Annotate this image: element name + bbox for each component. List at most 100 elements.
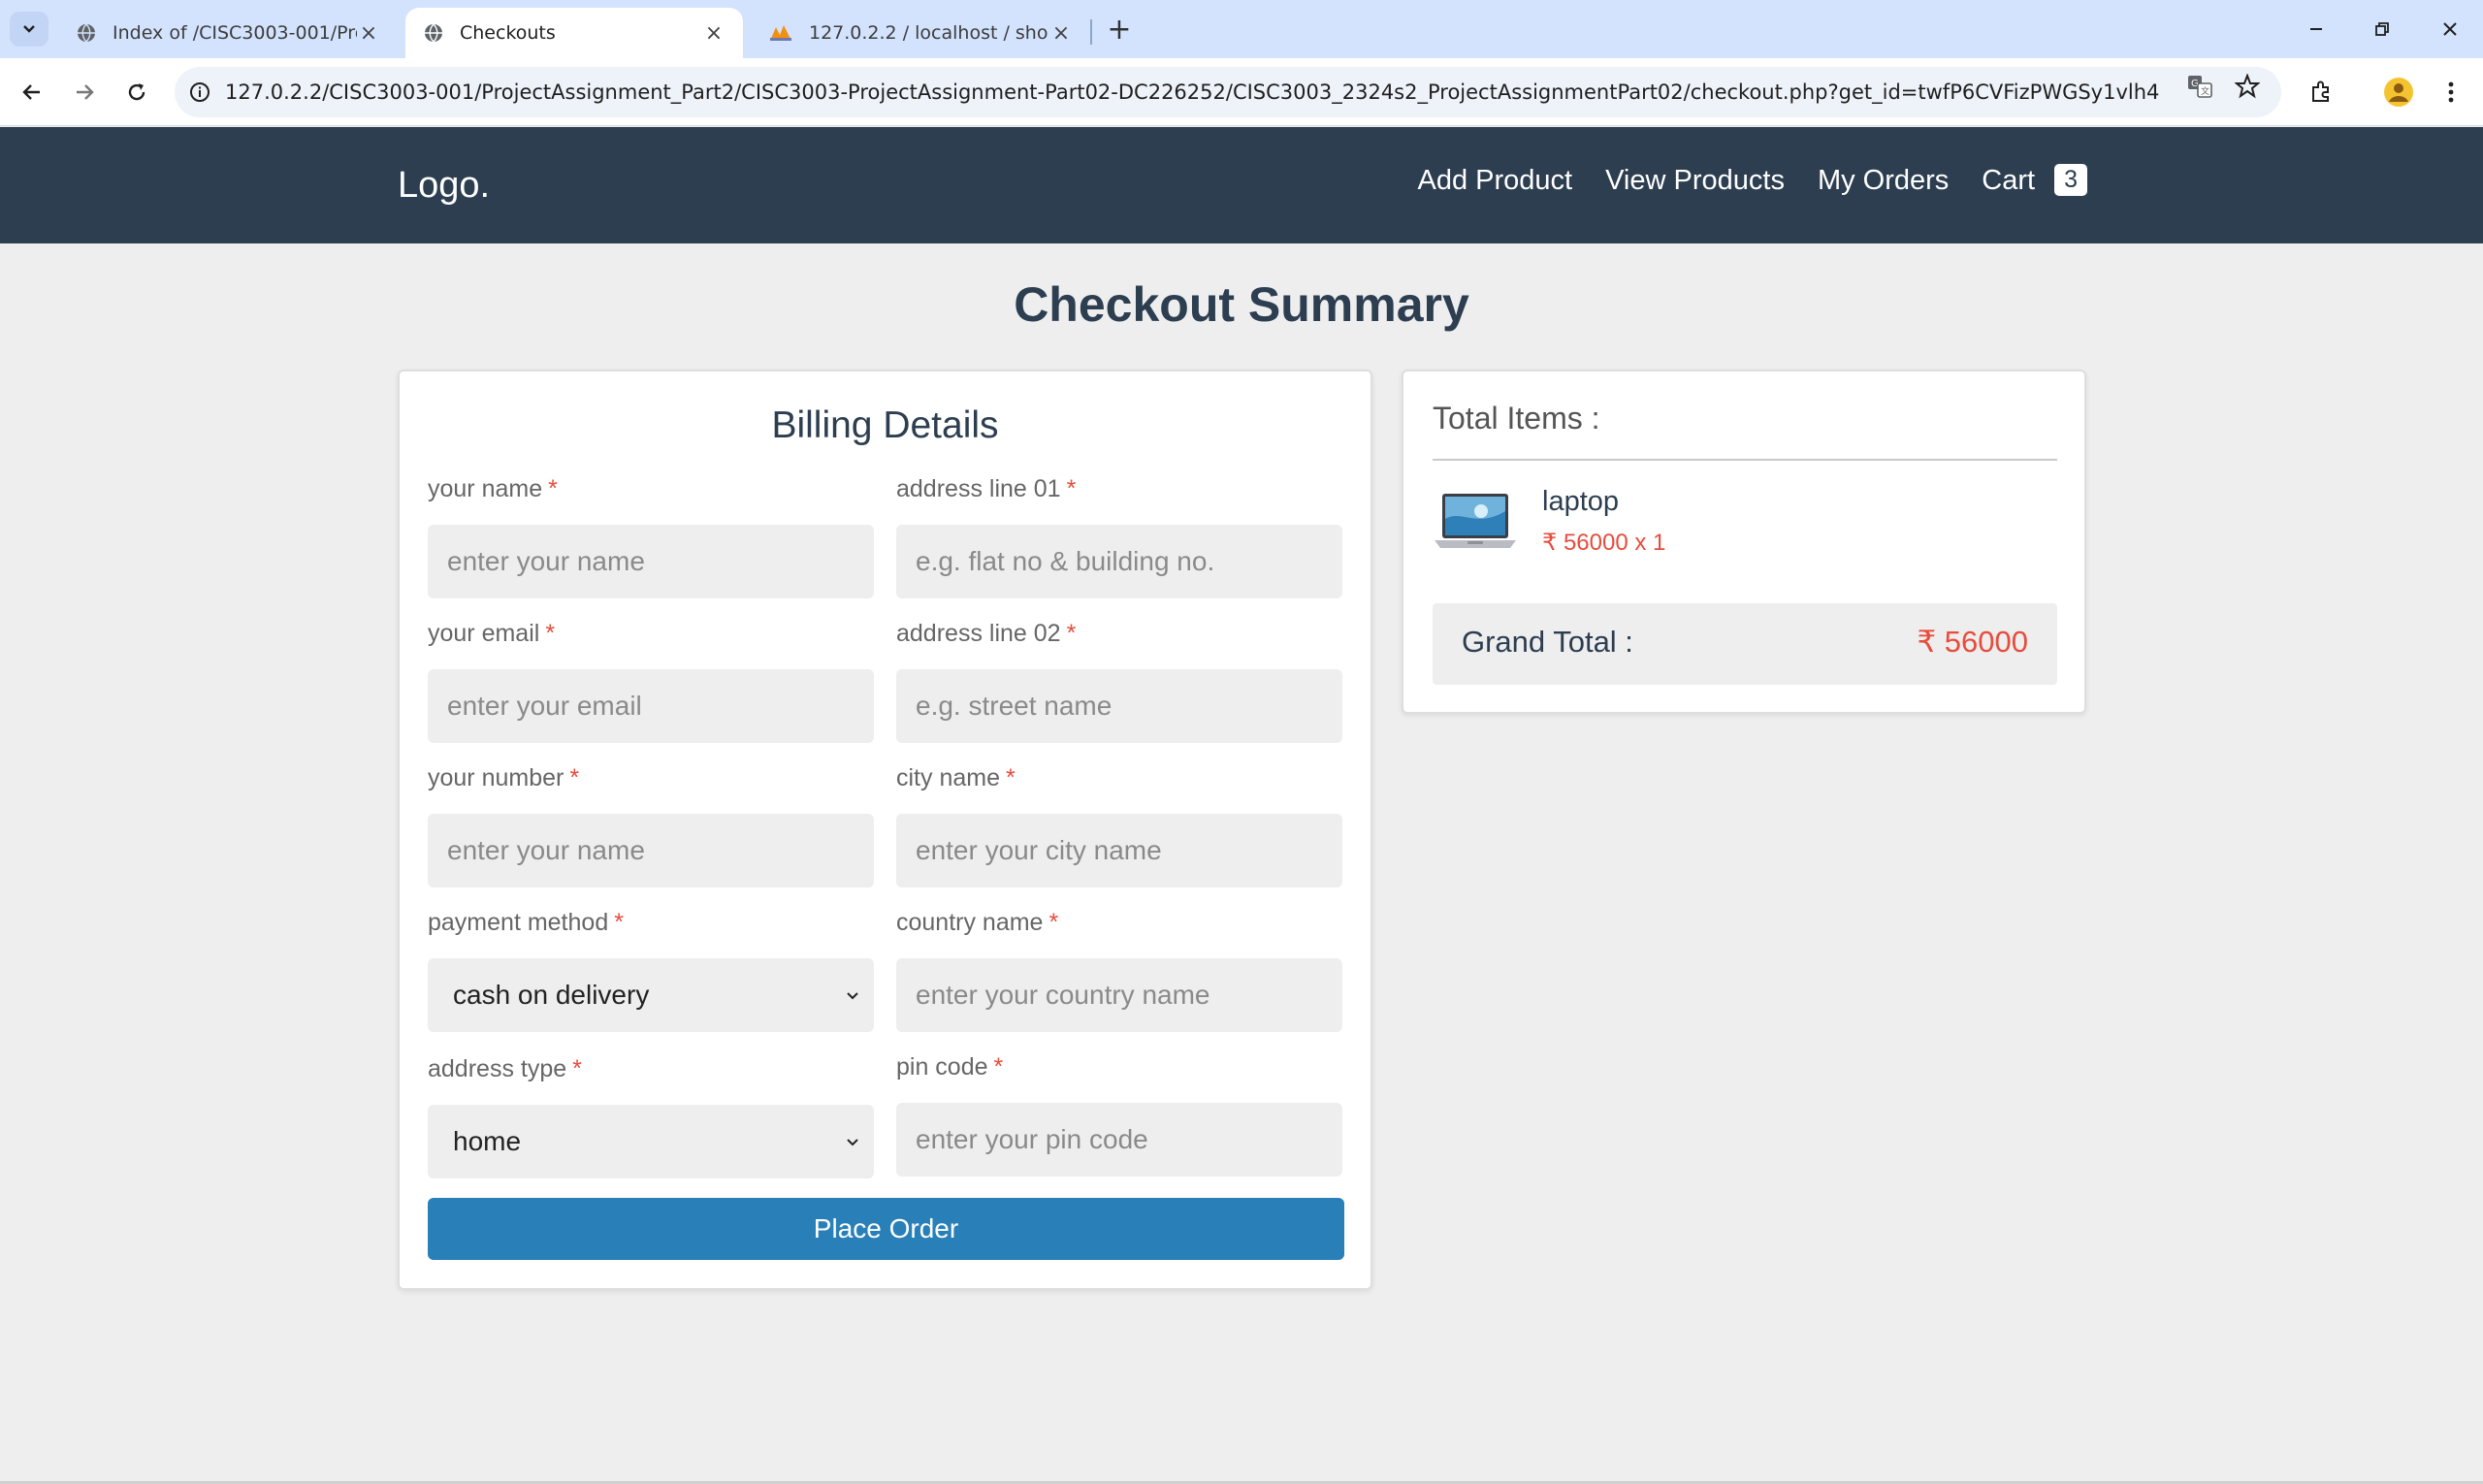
tab-separator — [1090, 19, 1092, 45]
translate-icon[interactable]: G文 — [2180, 67, 2219, 106]
close-icon — [2443, 22, 2457, 36]
number-input[interactable] — [428, 814, 874, 887]
plus-icon: + — [1107, 12, 1132, 47]
tab-close-icon[interactable]: × — [1049, 21, 1073, 46]
required-mark: * — [614, 909, 624, 936]
nav-cart-label: Cart — [1982, 165, 2036, 196]
number-field: your number * — [428, 759, 874, 887]
name-label: your name — [428, 475, 543, 502]
nav-cart[interactable]: Cart 3 — [1982, 164, 2087, 197]
chevron-down-icon — [847, 1139, 858, 1146]
required-mark: * — [1048, 909, 1059, 936]
required-mark: * — [545, 620, 556, 647]
total-items-title: Total Items : — [1433, 401, 1600, 436]
tab-title: Index of /CISC3003-001/Proje — [113, 22, 357, 44]
required-mark: * — [569, 764, 580, 791]
nav-view-products[interactable]: View Products — [1605, 165, 1785, 197]
minimize-button[interactable] — [2287, 0, 2345, 58]
new-tab-button[interactable]: + — [1102, 12, 1137, 47]
nav-my-orders[interactable]: My Orders — [1818, 165, 1949, 197]
item-price: ₹ 56000 x 1 — [1542, 530, 1666, 556]
city-label: city name — [896, 764, 1000, 791]
required-mark: * — [993, 1053, 1004, 1081]
item-name: laptop — [1542, 486, 1620, 517]
bookmark-star-icon[interactable] — [2228, 67, 2267, 106]
address-line-2-field: address line 02 * — [896, 615, 1342, 743]
back-button[interactable] — [12, 72, 52, 113]
tab-close-icon[interactable]: × — [702, 21, 726, 46]
billing-heading: Billing Details — [771, 404, 999, 446]
place-order-button[interactable]: Place Order — [428, 1198, 1344, 1260]
chevron-down-icon — [847, 992, 858, 1000]
required-mark: * — [1066, 620, 1077, 647]
profile-avatar[interactable] — [2378, 72, 2419, 113]
name-input[interactable] — [428, 525, 874, 598]
svg-text:文: 文 — [2201, 85, 2209, 97]
grand-total-value: ₹ 56000 — [1917, 625, 2028, 659]
reload-icon — [128, 83, 145, 101]
country-input[interactable] — [896, 958, 1342, 1032]
globe-icon — [78, 23, 95, 43]
page-title: Checkout Summary — [1014, 277, 1469, 332]
payment-method-label: payment method — [428, 909, 609, 936]
name-field: your name * — [428, 470, 874, 598]
address-type-select[interactable]: home — [428, 1105, 874, 1178]
browser-tab-active[interactable]: Checkouts × — [405, 8, 743, 58]
billing-form: Billing Details your name* your email* y… — [398, 370, 1372, 1290]
site-logo[interactable]: Logo. — [398, 165, 490, 207]
cart-count-badge: 3 — [2054, 164, 2087, 196]
address-type-value: home — [453, 1126, 522, 1156]
browser-tab-strip: Index of /CISC3003-001/Proje × Checkouts… — [0, 0, 2483, 58]
address-type-field: address type * home — [428, 1050, 874, 1178]
phpmyadmin-icon — [770, 25, 791, 41]
site-info-icon[interactable] — [175, 81, 225, 103]
payment-method-field: payment method * cash on delivery — [428, 904, 874, 1032]
number-label: your number — [428, 764, 564, 791]
restore-button[interactable] — [2353, 0, 2411, 58]
tab-close-icon[interactable]: × — [357, 21, 380, 46]
email-field: your email * — [428, 615, 874, 743]
divider — [1433, 459, 2057, 461]
pin-code-input[interactable] — [896, 1103, 1342, 1177]
address-line-2-input[interactable] — [896, 669, 1342, 743]
required-mark: * — [1005, 764, 1016, 791]
tab-search-button[interactable] — [10, 12, 48, 47]
close-window-button[interactable] — [2421, 0, 2479, 58]
address-line-2-label: address line 02 — [896, 620, 1061, 647]
city-input[interactable] — [896, 814, 1342, 887]
restore-icon — [2375, 22, 2389, 36]
forward-button[interactable] — [64, 72, 105, 113]
arrow-left-icon — [22, 84, 40, 100]
email-input[interactable] — [428, 669, 874, 743]
payment-method-value: cash on delivery — [453, 980, 650, 1010]
address-bar[interactable]: 127.0.2.2/CISC3003-001/ProjectAssignment… — [175, 67, 2281, 117]
country-label: country name — [896, 909, 1044, 936]
required-mark: * — [548, 475, 558, 502]
required-mark: * — [1066, 475, 1077, 502]
grand-total-row: Grand Total : ₹ 56000 — [1433, 603, 2057, 685]
pin-code-field: pin code * — [896, 1048, 1342, 1177]
browser-tab[interactable]: 127.0.2.2 / localhost / shop_d × — [751, 8, 1090, 58]
browser-tab[interactable]: Index of /CISC3003-001/Proje × — [58, 8, 398, 58]
address-line-1-input[interactable] — [896, 525, 1342, 598]
payment-method-select[interactable]: cash on delivery — [428, 958, 874, 1032]
nav-add-product[interactable]: Add Product — [1418, 165, 1573, 197]
country-field: country name * — [896, 904, 1342, 1032]
city-field: city name * — [896, 759, 1342, 887]
reload-button[interactable] — [116, 72, 157, 113]
minimize-icon — [2310, 28, 2322, 30]
address-line-1-field: address line 01 * — [896, 470, 1342, 598]
url-text[interactable]: 127.0.2.2/CISC3003-001/ProjectAssignment… — [225, 81, 2281, 104]
required-mark: * — [572, 1055, 582, 1082]
pin-code-label: pin code — [896, 1053, 988, 1081]
extensions-icon[interactable] — [2301, 72, 2341, 113]
browser-menu-icon[interactable] — [2431, 72, 2471, 113]
arrow-right-icon — [77, 84, 94, 100]
email-label: your email — [428, 620, 540, 647]
address-line-1-label: address line 01 — [896, 475, 1061, 502]
tab-title: 127.0.2.2 / localhost / shop_d — [809, 22, 1049, 44]
main-nav: Add Product View Products My Orders Cart… — [1418, 164, 2087, 197]
browser-toolbar: 127.0.2.2/CISC3003-001/ProjectAssignment… — [0, 58, 2483, 126]
tab-title: Checkouts — [460, 22, 556, 44]
globe-icon — [425, 23, 442, 43]
